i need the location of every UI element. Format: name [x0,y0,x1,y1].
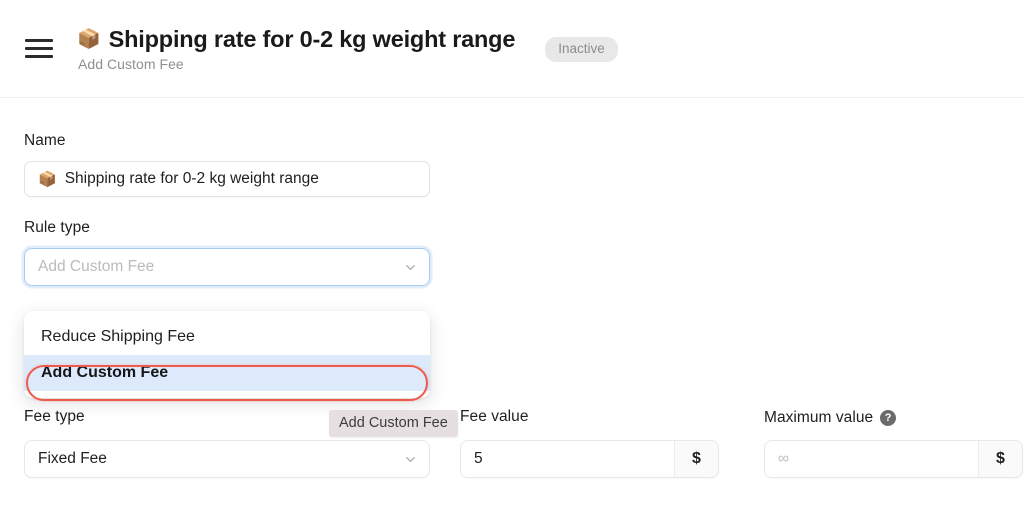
rule-type-label: Rule type [24,219,90,236]
rule-type-select[interactable]: Add Custom Fee [24,248,430,286]
dropdown-option-add-custom-fee[interactable]: Add Custom Fee [24,355,430,391]
dropdown-option-label: Reduce Shipping Fee [41,328,195,345]
name-label: Name [24,132,66,149]
hamburger-icon[interactable] [25,35,53,63]
field-fee-value: Fee value 5 $ [460,408,719,478]
rule-type-dropdown-menu[interactable]: Reduce Shipping Fee Add Custom Fee [24,311,430,398]
maximum-value-label: Maximum value [764,409,874,426]
fee-settings-row: Fee type Fixed Fee Fee value 5 $ Maximum… [24,408,1023,478]
header-title-row: 📦 Shipping rate for 0-2 kg weight range [77,26,515,53]
fee-type-select[interactable]: Fixed Fee [24,440,430,478]
hamburger-bar [25,47,53,50]
fee-value-input[interactable]: 5 [461,441,674,477]
package-emoji-icon: 📦 [77,28,101,50]
page-title: Shipping rate for 0-2 kg weight range [108,25,516,52]
chevron-down-icon [403,452,418,467]
fee-type-selected-value: Fixed Fee [38,450,107,467]
field-maximum-value: Maximum value ? ∞ $ [764,408,1023,478]
status-badge: Inactive [545,36,618,63]
currency-suffix-dollar[interactable]: $ [978,441,1022,477]
maximum-value-label-row: Maximum value ? [764,408,1023,428]
hamburger-bar [25,39,53,42]
package-emoji-icon: 📦 [38,170,57,188]
field-name: Name 📦 Shipping rate for 0-2 kg weight r… [24,132,1000,197]
fee-value-input-group[interactable]: 5 $ [460,440,719,478]
field-rule-type: Rule type Add Custom Fee [24,219,1000,286]
app-root: 📦 Shipping rate for 0-2 kg weight range … [0,0,1024,515]
name-input-value: Shipping rate for 0-2 kg weight range [64,170,319,187]
chevron-down-icon [403,260,418,275]
maximum-value-input[interactable]: ∞ [765,441,978,477]
rule-type-selected-value: Add Custom Fee [38,258,155,275]
currency-suffix-dollar[interactable]: $ [674,441,718,477]
header-text-group: 📦 Shipping rate for 0-2 kg weight range … [77,26,515,72]
question-mark-icon[interactable]: ? [880,410,897,426]
hamburger-bar [25,55,53,58]
name-input[interactable]: 📦 Shipping rate for 0-2 kg weight range [24,161,430,197]
page-header: 📦 Shipping rate for 0-2 kg weight range … [0,0,1024,98]
fee-value-label: Fee value [460,408,529,425]
dropdown-option-label: Add Custom Fee [41,364,169,381]
hover-tooltip: Add Custom Fee [329,410,458,437]
maximum-value-input-group[interactable]: ∞ $ [764,440,1023,478]
page-subtitle: Add Custom Fee [78,55,184,72]
form-content: Name 📦 Shipping rate for 0-2 kg weight r… [0,98,1024,286]
dropdown-option-reduce-shipping-fee[interactable]: Reduce Shipping Fee [24,319,430,355]
